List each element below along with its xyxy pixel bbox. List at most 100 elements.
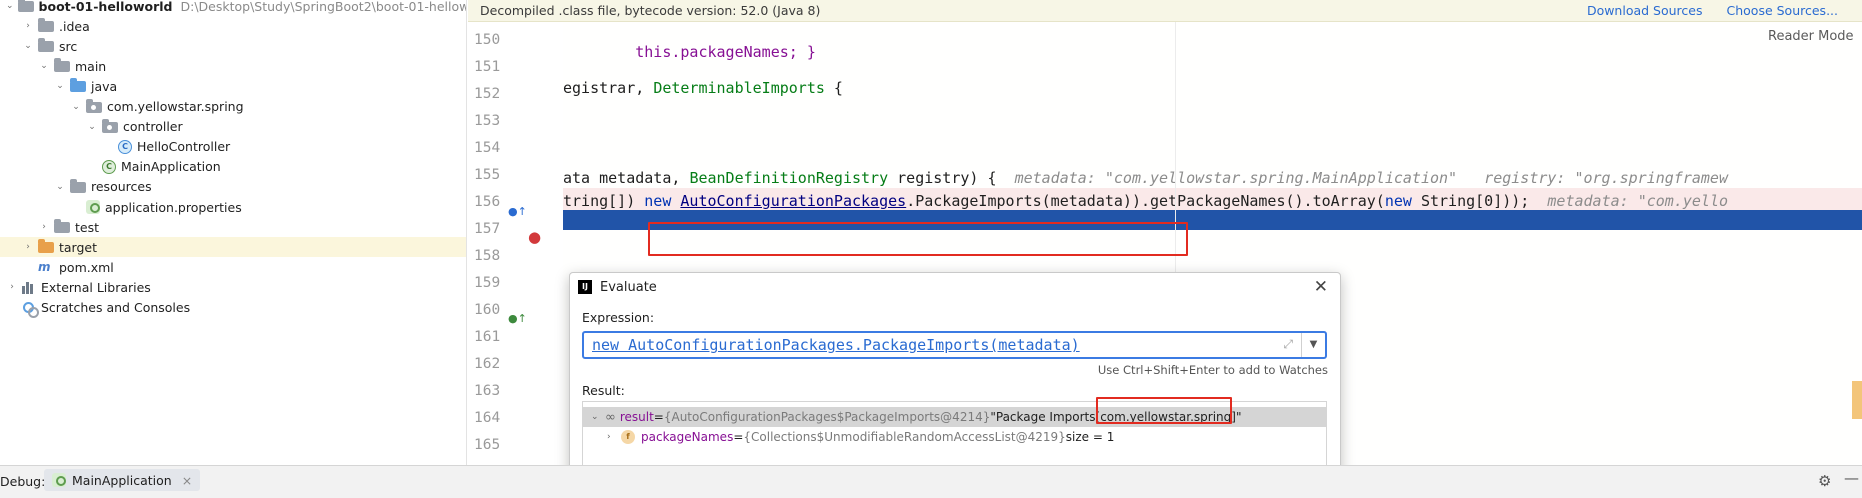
chevron-right-icon[interactable]: › — [607, 432, 621, 442]
scratch-icon — [22, 301, 39, 318]
breakpoint-icon[interactable]: ● — [528, 228, 541, 246]
tree-item[interactable]: Scratches and Consoles — [0, 298, 466, 318]
chevron-down-icon[interactable]: ⌄ — [86, 122, 98, 132]
line-number: 159 — [474, 275, 501, 291]
choose-sources-link[interactable]: Choose Sources... — [1727, 3, 1839, 18]
code-line-149: this.packageNames; } — [563, 22, 1862, 61]
expression-text[interactable]: new AutoConfigurationPackages.PackageImp… — [592, 336, 1080, 354]
folder-icon — [54, 219, 70, 234]
minimize-icon[interactable]: — — [1844, 469, 1859, 487]
code-text: ).getPackageNames().toArray( — [1131, 192, 1385, 210]
close-tab-icon[interactable]: × — [182, 473, 192, 488]
code-text: tring[]) — [563, 192, 645, 210]
tree-item[interactable]: ⌄ resources — [0, 177, 466, 197]
tree-item[interactable]: ⌄ com.yellowstar.spring — [0, 97, 466, 117]
chevron-right-icon[interactable]: › — [38, 222, 50, 232]
result-eq: = — [653, 410, 664, 424]
tree-item[interactable]: C HelloController — [0, 137, 466, 157]
tree-item[interactable]: › test — [0, 217, 466, 237]
line-number: 151 — [474, 59, 501, 75]
expression-input[interactable]: new AutoConfigurationPackages.PackageImp… — [582, 331, 1327, 359]
tree-item-label: External Libraries — [41, 279, 151, 295]
chevron-right-icon[interactable]: › — [6, 282, 18, 292]
chevron-down-icon[interactable]: ⌄ — [22, 41, 34, 51]
tree-item[interactable]: ⌄ controller — [0, 117, 466, 137]
code-class-ref: AutoConfigurationPackages — [680, 192, 907, 210]
implement-icon[interactable]: ●↑ — [508, 312, 527, 325]
code-text: egistrar, — [563, 79, 654, 97]
debug-tool-window-bar: Debug: MainApplication × ⚙ — — [0, 465, 1862, 498]
tree-item[interactable]: ⌄ java — [0, 76, 466, 96]
chevron-down-icon[interactable]: ⌄ — [6, 1, 14, 11]
result-field-row[interactable]: › f packageNames = {Collections$Unmodifi… — [583, 427, 1326, 447]
history-dropdown-button[interactable]: ▼ — [1301, 333, 1325, 357]
infinity-icon: ∞ — [605, 409, 616, 425]
download-sources-link[interactable]: Download Sources — [1587, 3, 1703, 18]
gear-icon[interactable]: ⚙ — [1818, 472, 1831, 490]
result-name: result — [619, 410, 654, 424]
tree-item-label: controller — [123, 119, 183, 135]
chevron-down-icon[interactable]: ⌄ — [54, 81, 66, 91]
tree-item-label: application.properties — [105, 199, 242, 215]
tree-item[interactable]: › target — [0, 237, 466, 258]
inline-debug-hint: metadata: "com.yello — [1547, 192, 1729, 210]
package-icon — [102, 118, 118, 133]
chevron-down-icon[interactable]: ⌄ — [591, 412, 605, 422]
line-number: 165 — [474, 437, 501, 453]
tree-item-label: src — [59, 38, 78, 54]
tree-item[interactable]: › .idea — [0, 16, 466, 36]
line-number: 152 — [474, 86, 501, 102]
class-icon: C — [118, 139, 132, 154]
chevron-down-icon[interactable]: ⌄ — [70, 102, 82, 112]
tree-item[interactable]: m pom.xml — [0, 257, 466, 277]
override-icon[interactable]: ●↑ — [508, 205, 527, 218]
line-number: 161 — [474, 329, 501, 345]
chevron-right-icon[interactable]: › — [22, 242, 34, 252]
spring-class-icon: C — [102, 159, 116, 174]
project-path: D:\Desktop\Study\SpringBoot2\boot-01-hel… — [180, 0, 467, 14]
debug-session-tab[interactable]: MainApplication × — [44, 469, 201, 491]
line-number: 153 — [474, 113, 501, 129]
spring-run-icon — [52, 473, 66, 487]
line-number: 158 — [474, 248, 501, 264]
chevron-down-icon[interactable]: ⌄ — [54, 182, 66, 192]
field-name: packageNames — [641, 430, 734, 444]
decompiled-banner: Decompiled .class file, bytecode version… — [468, 0, 1862, 22]
expand-icon[interactable]: ⤢ — [1283, 337, 1293, 352]
scrollbar-marker[interactable] — [1852, 381, 1862, 419]
tree-item-label: .idea — [59, 18, 90, 34]
chevron-right-icon[interactable]: › — [22, 21, 34, 31]
dialog-title-bar[interactable]: IJ Evaluate ✕ — [570, 273, 1340, 301]
code-class-ref: BeanDefinitionRegistry — [689, 169, 889, 187]
line-number: 155 — [474, 167, 501, 183]
expression-label: Expression: — [582, 310, 655, 325]
tree-item[interactable]: ⌄ main — [0, 56, 466, 76]
folder-icon — [54, 58, 70, 73]
excluded-folder-icon — [38, 239, 54, 254]
line-number: 156 — [474, 194, 501, 210]
line-number: 163 — [474, 383, 501, 399]
tree-item[interactable]: application.properties — [0, 197, 466, 217]
folder-icon — [38, 18, 54, 33]
tree-item[interactable]: › External Libraries — [0, 277, 466, 297]
intellij-logo-icon: IJ — [578, 280, 592, 294]
folder-icon — [38, 38, 54, 53]
line-number: 162 — [474, 356, 501, 372]
tree-item-label: HelloController — [137, 139, 231, 155]
banner-message: Decompiled .class file, bytecode version… — [480, 3, 821, 18]
tree-item-label: boot-01-helloworld — [38, 0, 173, 14]
tree-item[interactable]: ⌄ boot-01-helloworld D:\Desktop\Study\Spri… — [0, 0, 467, 16]
tree-item-label: Scratches and Consoles — [41, 300, 191, 315]
tree-item[interactable]: C MainApplication — [0, 157, 466, 177]
code-class-ref: DeterminableImports — [653, 79, 825, 97]
tree-item-label: pom.xml — [59, 259, 114, 275]
code-text: String[0])); — [1411, 192, 1548, 210]
reader-mode-button[interactable]: Reader Mode — [1768, 29, 1854, 44]
tree-item[interactable]: ⌄ src — [0, 36, 466, 56]
close-icon[interactable]: ✕ — [1314, 277, 1328, 297]
chevron-down-icon[interactable]: ⌄ — [38, 61, 50, 71]
field-icon: f — [621, 430, 635, 444]
inline-debug-hint: metadata: "com.yellowstar.spring.MainApp… — [1014, 169, 1728, 187]
line-number: 157 — [474, 221, 501, 237]
code-line-152: egistrar, DeterminableImports { — [563, 75, 1862, 102]
